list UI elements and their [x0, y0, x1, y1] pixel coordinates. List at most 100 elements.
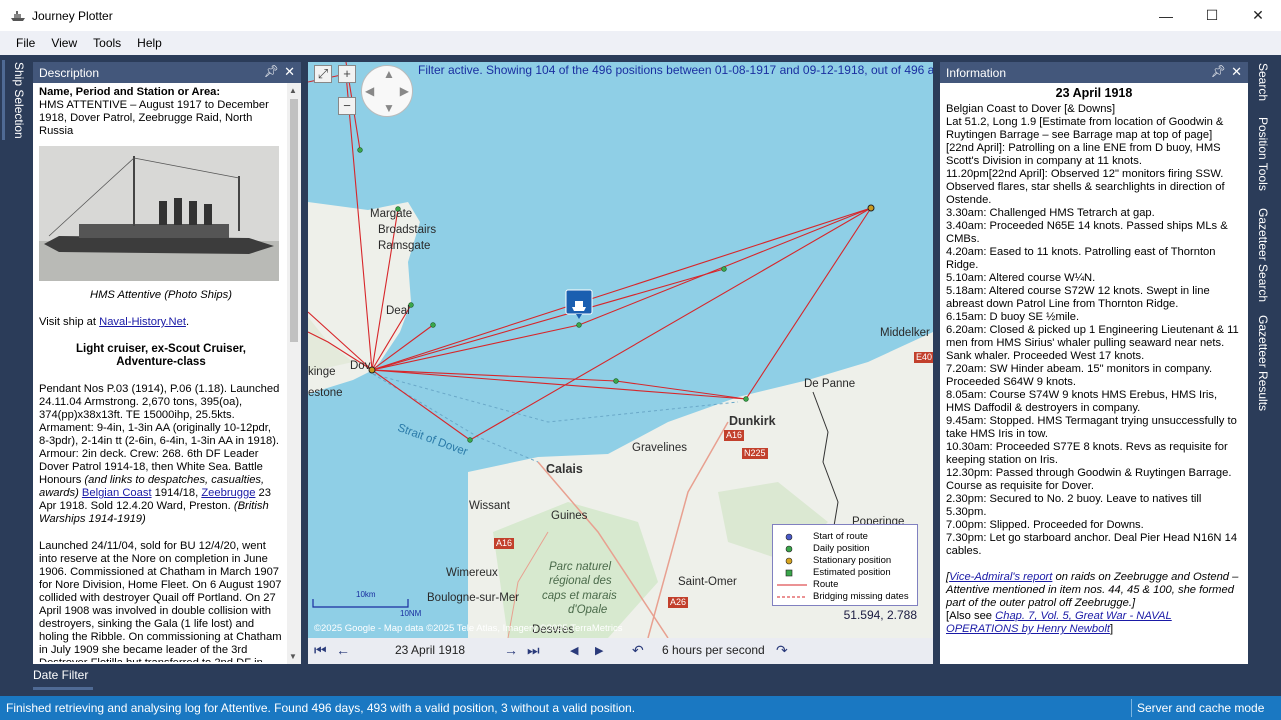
log-entry: 6.20am: Closed & picked up 1 Engineering…: [946, 324, 1239, 362]
first-icon[interactable]: ⏮: [314, 642, 327, 659]
tab-ship-selection[interactable]: Ship Selection: [8, 62, 26, 142]
naval-history-link[interactable]: Naval-History.Net: [99, 316, 186, 328]
log-entry: 7.30pm: Let go starboard anchor. Deal Pi…: [946, 532, 1238, 557]
tab-search[interactable]: Search: [1256, 63, 1270, 101]
scroll-thumb[interactable]: [290, 99, 298, 342]
log-entry: Lat 51.2, Long 1.9 [Estimate from locati…: [946, 116, 1224, 141]
minimize-button[interactable]: —: [1143, 0, 1189, 31]
pan-left-icon[interactable]: ◀: [365, 84, 374, 98]
back-arrow-icon[interactable]: ←: [336, 642, 350, 658]
log-entry: 11.20pm[22nd April]: Observed 12" monito…: [946, 168, 1225, 206]
daily-marker-icon: [783, 545, 795, 553]
label-guines: Guines: [551, 510, 588, 522]
fit-route-button[interactable]: ⤢: [314, 65, 332, 83]
log-entry: [22nd April]: Patrolling on a line ENE f…: [946, 142, 1221, 167]
menu-help[interactable]: Help: [129, 36, 170, 50]
scroll-down-icon[interactable]: ▼: [289, 652, 297, 661]
close-icon[interactable]: ✕: [284, 64, 295, 80]
label-ramsgate: Ramsgate: [378, 240, 431, 252]
status-message: Finished retrieving and analysing log fo…: [6, 701, 636, 715]
info-date: 23 April 1918: [1055, 86, 1133, 100]
class-line-2: Adventure-class: [116, 356, 206, 368]
menu-bar: File View Tools Help: [0, 31, 1281, 55]
log-entry: Belgian Coast to Dover [& Downs]: [946, 103, 1116, 115]
description-scrollbar[interactable]: ▲ ▼: [287, 83, 301, 664]
close-icon[interactable]: ✕: [1231, 64, 1242, 80]
label-kinge: kinge: [308, 366, 336, 378]
maximize-button[interactable]: ☐: [1189, 0, 1235, 31]
tab-position-tools[interactable]: Position Tools: [1256, 117, 1270, 191]
ship-selection-tab-marker: [2, 60, 5, 140]
menu-view[interactable]: View: [43, 36, 85, 50]
label-gravelines: Gravelines: [632, 442, 687, 454]
legend-stationary: Stationary position: [783, 555, 891, 566]
legend-daily: Daily position: [783, 543, 870, 554]
label-estone: estone: [308, 387, 343, 399]
zoom-in-button[interactable]: +: [338, 65, 356, 83]
belgian-coast-link[interactable]: Belgian Coast: [82, 487, 152, 499]
title-bar: Journey Plotter — ☐ ✕: [0, 0, 1281, 31]
pin-icon[interactable]: 📌︎: [264, 64, 279, 78]
scroll-up-icon[interactable]: ▲: [289, 86, 297, 95]
label-broadstairs: Broadstairs: [378, 224, 437, 236]
ship-name-line: HMS ATTENTIVE – August 1917 to December …: [39, 99, 269, 137]
label-calais: Calais: [546, 462, 583, 476]
also-see: [Also see Chap. 7, Vol. 5, Great War - N…: [946, 610, 1172, 635]
information-panel: Information 📌︎ ✕ 23 April 1918 Belgian C…: [940, 62, 1248, 664]
label-saint-omer: Saint-Omer: [678, 576, 737, 588]
pan-right-icon[interactable]: ▶: [400, 84, 409, 98]
label-deal: Deal: [386, 305, 410, 317]
last-icon[interactable]: ⏭: [527, 642, 540, 659]
pan-down-icon[interactable]: ▼: [383, 101, 395, 115]
forward-arrow-icon[interactable]: →: [504, 642, 518, 658]
map-view[interactable]: Margate Broadstairs Ramsgate Deal Dov ki…: [308, 62, 933, 638]
close-button[interactable]: ✕: [1235, 0, 1281, 31]
ship-app-icon: [11, 10, 25, 21]
log-entry: 5.18am: Altered course S72W 12 knots. Sw…: [946, 285, 1210, 310]
play-icon[interactable]: ▶: [595, 644, 603, 657]
log-entry: 3.40am: Proceeded N65E 14 knots. Passed …: [946, 220, 1228, 245]
scale-nm-label: 10NM: [400, 609, 422, 618]
log-entry: 10.30am: Proceeded S77E 8 knots. Revs as…: [946, 441, 1228, 466]
log-entry: 5.10am: Altered course W¼N.: [946, 272, 1096, 284]
step-back-icon[interactable]: ◀: [570, 644, 578, 657]
label-parc-4: d'Opale: [568, 604, 608, 616]
label-margate: Margate: [370, 208, 413, 220]
label-parc-3: caps et marais: [542, 590, 617, 602]
tab-date-filter[interactable]: Date Filter: [33, 668, 88, 682]
road-badge: E40: [914, 352, 933, 363]
playback-date: 23 April 1918: [395, 643, 466, 657]
log-entry: 8.05am: Course S74W 9 knots HMS Erebus, …: [946, 389, 1218, 414]
map-copyright: ©2025 Google - Map data ©2025 Tele Atlas…: [314, 623, 623, 634]
label-dover: Dov: [350, 360, 371, 372]
pin-icon[interactable]: 📌︎: [1211, 64, 1226, 78]
label-depanne: De Panne: [804, 378, 856, 390]
slower-icon[interactable]: ↶: [632, 642, 644, 659]
tab-gazetteer-results[interactable]: Gazetteer Results: [1256, 315, 1270, 411]
legend-bridging: Bridging missing dates: [777, 591, 909, 602]
stationary-marker-icon: [783, 557, 795, 565]
menu-tools[interactable]: Tools: [85, 36, 129, 50]
pan-control[interactable]: ▲ ▼ ◀ ▶: [361, 65, 413, 117]
legend-start: Start of route: [783, 531, 868, 542]
vice-admiral-link[interactable]: Vice-Admiral's report: [949, 571, 1052, 583]
pan-up-icon[interactable]: ▲: [383, 67, 395, 81]
zeebrugge-link[interactable]: Zeebrugge: [201, 487, 255, 499]
label-wimereux: Wimereux: [446, 567, 498, 579]
start-marker-icon: [783, 533, 795, 541]
description-para-2: Launched 24/11/04, sold for BU 12/4/20, …: [39, 540, 282, 662]
zoom-out-button[interactable]: −: [338, 97, 356, 115]
ship-photo: [39, 146, 279, 281]
vice-admiral-note: [Vice-Admiral's report on raids on Zeebr…: [946, 571, 1239, 609]
information-header: Information 📌︎ ✕: [940, 62, 1248, 83]
scale-km-label: 10km: [356, 590, 376, 599]
menu-file[interactable]: File: [8, 36, 43, 50]
label-wissant: Wissant: [469, 500, 510, 512]
tab-gazetteer-search[interactable]: Gazetteer Search: [1256, 208, 1270, 302]
route-line-icon: [777, 583, 807, 587]
map-legend: Start of route Daily position Stationary…: [772, 524, 918, 606]
faster-icon[interactable]: ↷: [776, 642, 788, 659]
label-parc-2: régional des: [549, 575, 612, 587]
description-heading: Name, Period and Station or Area:: [39, 86, 221, 98]
log-entry: 3.30am: Challenged HMS Tetrarch at gap.: [946, 207, 1155, 219]
